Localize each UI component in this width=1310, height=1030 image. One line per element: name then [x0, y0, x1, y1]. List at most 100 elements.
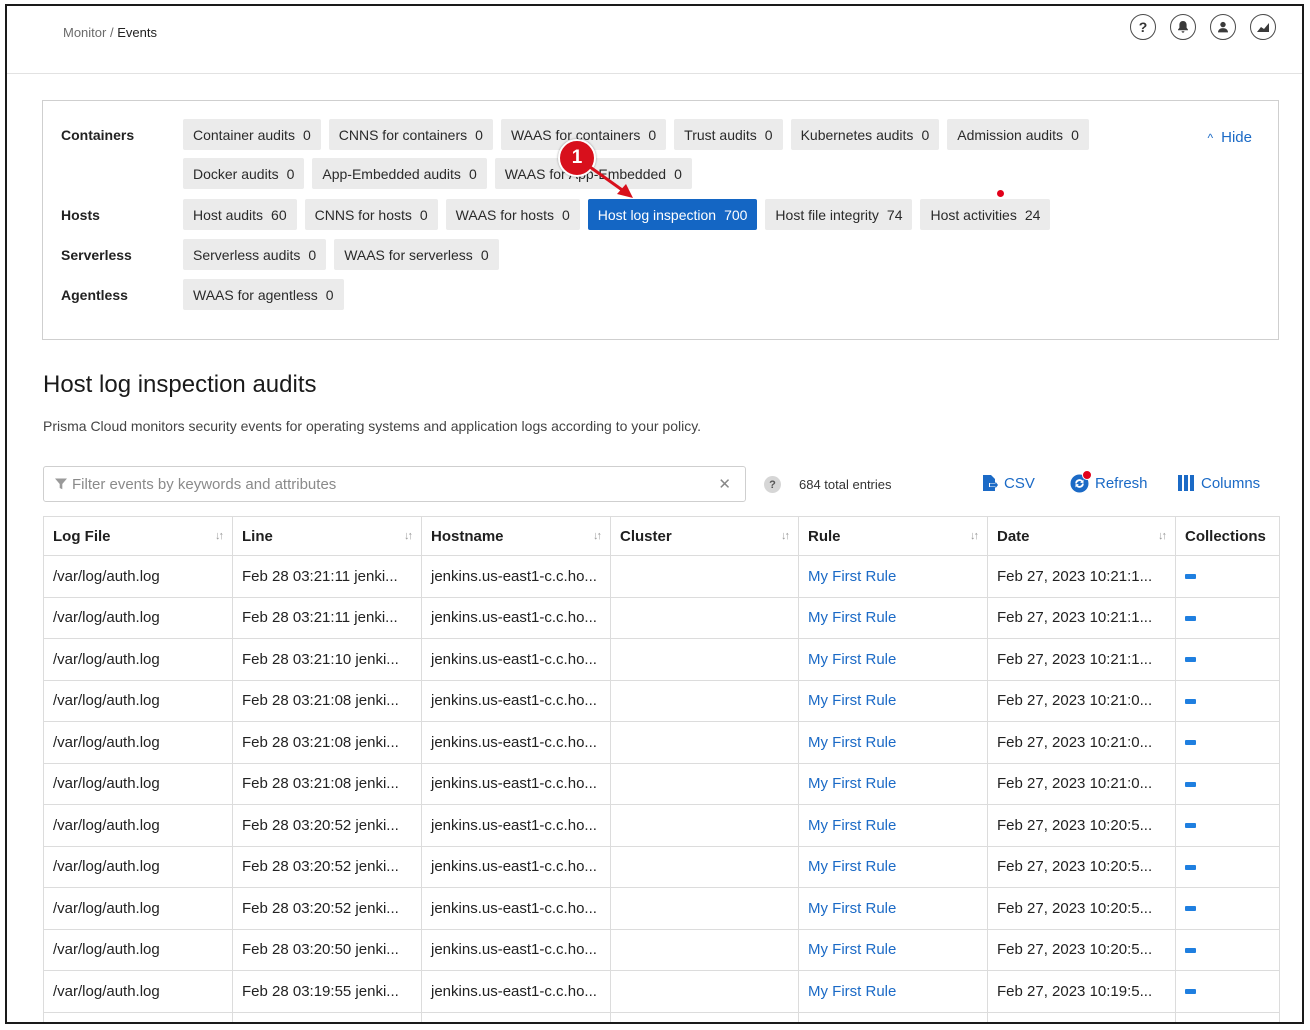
sort-arrows-icon[interactable]: ↓↑ [215, 530, 224, 542]
chip-host-audits[interactable]: Host audits 60 [183, 199, 297, 230]
chip-app-embedded-audits[interactable]: App-Embedded audits 0 [312, 158, 487, 189]
sort-arrows-icon[interactable]: ↓↑ [781, 530, 790, 542]
chip-admission-audits[interactable]: Admission audits 0 [947, 119, 1089, 150]
cell-rule[interactable]: My First Rule [798, 555, 988, 598]
search-help-icon[interactable]: ? [764, 476, 781, 493]
cell-rule[interactable]: My First Rule [798, 638, 988, 681]
cell-rule[interactable]: My First Rule [798, 887, 988, 930]
cell-line: Feb 28 03:21:11 jenki... [232, 555, 422, 598]
refresh-button[interactable]: Refresh [1070, 470, 1148, 493]
chip-waas-for-hosts[interactable]: WAAS for hosts 0 [445, 199, 580, 230]
table-row[interactable]: /var/log/auth.log Feb 28 03:21:08 jenki..… [43, 762, 1280, 805]
column-header-cluster[interactable]: Cluster ↓↑ [610, 516, 799, 556]
table-row[interactable]: /var/log/auth.log Feb 28 03:21:11 jenki..… [43, 596, 1280, 639]
clear-search-icon[interactable]: ✕ [718, 475, 731, 493]
breadcrumb-parent[interactable]: Monitor [63, 25, 106, 40]
columns-label: Columns [1201, 474, 1261, 492]
filter-funnel-icon [55, 478, 67, 490]
table-row[interactable]: /var/log/auth.log Feb 28 03:21:10 jenki..… [43, 638, 1280, 681]
table-row[interactable]: /var/log/auth.log Feb 28 03:21:11 jenki..… [43, 555, 1280, 598]
cell-cluster [610, 679, 799, 722]
chip-waas-for-agentless[interactable]: WAAS for agentless 0 [183, 279, 344, 310]
chip-label: Container audits [193, 126, 295, 143]
chip-count: 0 [561, 206, 570, 223]
table-row[interactable] [43, 1011, 1280, 1022]
chip-count: 0 [1071, 126, 1079, 143]
callout-arrow [582, 160, 633, 198]
cell-log-file: /var/log/auth.log [43, 928, 233, 971]
chip-cnns-for-hosts[interactable]: CNNS for hosts 0 [304, 199, 438, 230]
cell-rule[interactable] [798, 1011, 988, 1022]
chip-count: 0 [286, 165, 295, 182]
cell-rule[interactable]: My First Rule [798, 596, 988, 639]
cell-log-file: /var/log/auth.log [43, 679, 233, 722]
collection-indicator-icon[interactable] [1185, 906, 1196, 912]
cell-rule[interactable]: My First Rule [798, 804, 988, 847]
chip-cnns-for-containers[interactable]: CNNS for containers 0 [328, 119, 493, 150]
category-agentless: Agentless WAAS for agentless 0 [61, 279, 1173, 310]
cell-cluster [610, 596, 799, 639]
table-row[interactable]: /var/log/auth.log Feb 28 03:20:52 jenki..… [43, 887, 1280, 930]
collection-indicator-icon[interactable] [1185, 823, 1196, 829]
sort-arrows-icon[interactable]: ↓↑ [1158, 530, 1167, 542]
column-header-date[interactable]: Date ↓↑ [987, 516, 1176, 556]
sort-arrows-icon[interactable]: ↓↑ [593, 530, 602, 542]
table-row[interactable]: /var/log/auth.log Feb 28 03:21:08 jenki..… [43, 679, 1280, 722]
table-row[interactable]: /var/log/auth.log Feb 28 03:20:52 jenki..… [43, 804, 1280, 847]
table-row[interactable]: /var/log/auth.log Feb 28 03:21:08 jenki..… [43, 721, 1280, 764]
cell-line: Feb 28 03:20:50 jenki... [232, 928, 422, 971]
cell-date: Feb 27, 2023 10:21:0... [987, 762, 1176, 805]
cell-line: Feb 28 03:21:08 jenki... [232, 762, 422, 805]
table-row[interactable]: /var/log/auth.log Feb 28 03:20:50 jenki..… [43, 928, 1280, 971]
table-row[interactable]: /var/log/auth.log Feb 28 03:19:55 jenki..… [43, 970, 1280, 1013]
collection-indicator-icon[interactable] [1185, 781, 1196, 787]
collection-indicator-icon[interactable] [1185, 615, 1196, 621]
cell-collections [1175, 928, 1280, 971]
user-account-icon[interactable] [1210, 14, 1236, 40]
collection-indicator-icon[interactable] [1185, 574, 1196, 580]
collection-indicator-icon[interactable] [1185, 947, 1196, 953]
chip-host-activities[interactable]: Host activities 24 [920, 199, 1051, 230]
column-header-line[interactable]: Line ↓↑ [232, 516, 422, 556]
collection-indicator-icon[interactable] [1185, 698, 1196, 704]
hide-filters-button[interactable]: ^ Hide [1208, 129, 1253, 146]
chip-serverless-audits[interactable]: Serverless audits 0 [183, 239, 327, 270]
collection-indicator-icon[interactable] [1185, 864, 1196, 870]
cell-line: Feb 28 03:21:10 jenki... [232, 638, 422, 681]
chip-count: 0 [468, 165, 477, 182]
search-input[interactable] [72, 475, 719, 493]
analytics-icon[interactable] [1250, 14, 1276, 40]
cell-rule[interactable]: My First Rule [798, 928, 988, 971]
chip-count: 0 [764, 126, 773, 143]
cell-rule[interactable]: My First Rule [798, 721, 988, 764]
chip-docker-audits[interactable]: Docker audits 0 [183, 158, 305, 189]
notification-bell-icon[interactable] [1170, 14, 1196, 40]
column-header-collections[interactable]: Collections [1175, 516, 1280, 556]
cell-cluster [610, 555, 799, 598]
column-header-log-file[interactable]: Log File ↓↑ [43, 516, 233, 556]
chip-trust-audits[interactable]: Trust audits 0 [674, 119, 783, 150]
cell-rule[interactable]: My First Rule [798, 845, 988, 888]
chip-label: App-Embedded audits [322, 165, 461, 182]
cell-rule[interactable]: My First Rule [798, 679, 988, 722]
column-header-hostname[interactable]: Hostname ↓↑ [421, 516, 611, 556]
columns-button[interactable]: Columns [1177, 474, 1260, 492]
chip-container-audits[interactable]: Container audits 0 [183, 119, 321, 150]
cell-rule[interactable]: My First Rule [798, 762, 988, 805]
sort-arrows-icon[interactable]: ↓↑ [404, 530, 413, 542]
chip-waas-for-serverless[interactable]: WAAS for serverless 0 [334, 239, 499, 270]
column-header-rule[interactable]: Rule ↓↑ [798, 516, 988, 556]
collection-indicator-icon[interactable] [1185, 657, 1196, 663]
table-row[interactable]: /var/log/auth.log Feb 28 03:20:52 jenki..… [43, 845, 1280, 888]
chip-host-log-inspection[interactable]: Host log inspection 700 [587, 199, 758, 230]
chip-kubernetes-audits[interactable]: Kubernetes audits 0 [790, 119, 940, 150]
sort-arrows-icon[interactable]: ↓↑ [970, 530, 979, 542]
help-icon[interactable]: ? [1130, 14, 1156, 40]
export-csv-button[interactable]: CSV [982, 474, 1035, 492]
cell-rule[interactable]: My First Rule [798, 970, 988, 1013]
search-field[interactable]: ✕ [43, 466, 746, 502]
category-hosts: Hosts Host audits 60 CNNS for hosts 0 WAAS… [61, 199, 1173, 230]
chip-host-file-integrity[interactable]: Host file integrity 74 [765, 199, 913, 230]
collection-indicator-icon[interactable] [1185, 989, 1196, 995]
collection-indicator-icon[interactable] [1185, 740, 1196, 746]
